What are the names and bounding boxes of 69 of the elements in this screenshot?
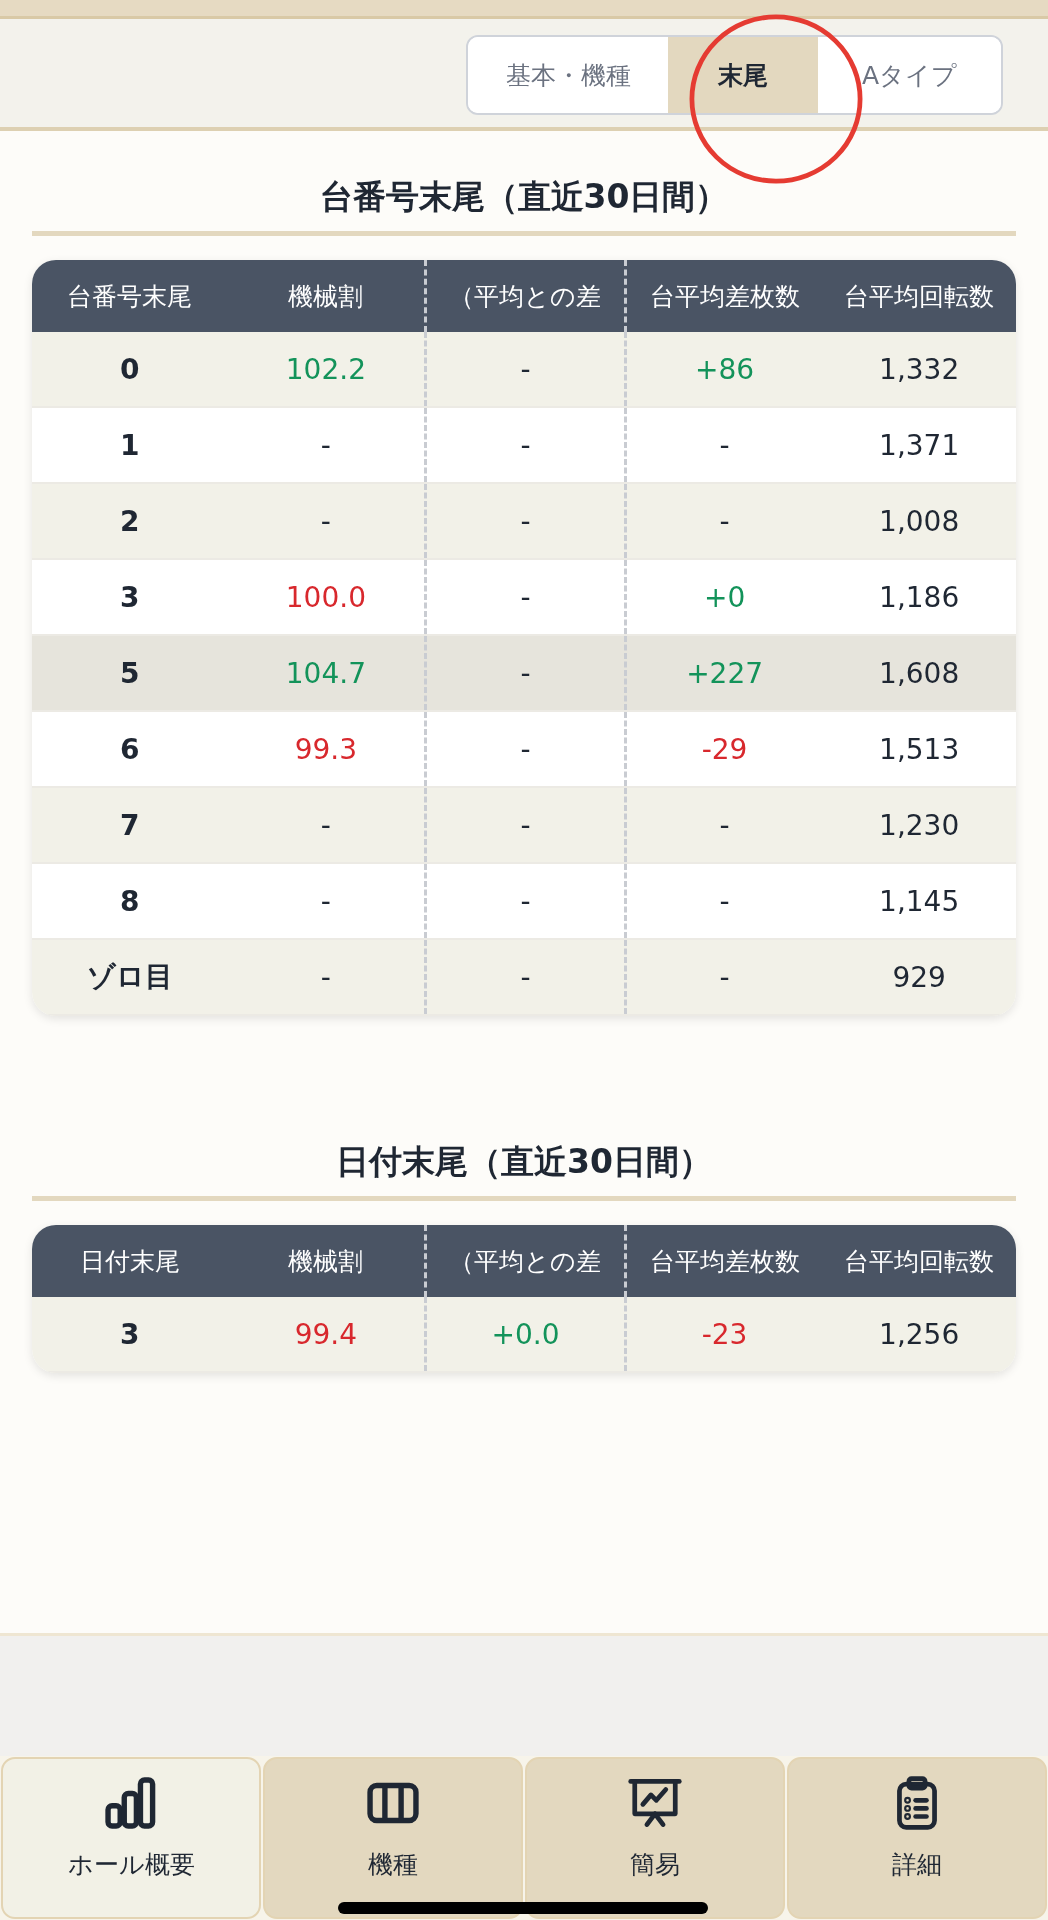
table-cell: 0 [120, 352, 140, 386]
table-cell: - [520, 884, 531, 918]
table-cell: 1,145 [879, 884, 960, 918]
table-cell: 99.4 [294, 1317, 358, 1351]
table-cell: 6 [120, 732, 140, 766]
table-cell: 1,256 [879, 1317, 960, 1351]
bar-chart-icon [104, 1776, 158, 1830]
table-cell: - [320, 808, 331, 842]
column-header: 台平均差枚数 [649, 1245, 800, 1278]
table-cell: - [520, 808, 531, 842]
table-cell-text: ゾロ目 [86, 959, 173, 995]
table-cell: - [520, 732, 531, 766]
presentation-chart-icon [628, 1776, 682, 1830]
table-cell: 1,230 [879, 808, 960, 842]
column-header: 機械割 [288, 280, 364, 313]
table-cell: - [520, 960, 531, 994]
table-cell: 8 [120, 884, 140, 918]
table-cell: +0 [703, 580, 746, 614]
table-cell: 5 [120, 656, 140, 690]
table-cell: 1,371 [879, 428, 960, 462]
table-cell: - [320, 504, 331, 538]
table-cell: - [719, 504, 730, 538]
table-cell: - [320, 428, 331, 462]
table-cell: - [520, 352, 531, 386]
table-cell: 1 [120, 428, 140, 462]
section-title: 日付末尾（直近30日間） [336, 1141, 712, 1183]
table-cell: - [520, 580, 531, 614]
table-cell: +227 [686, 656, 764, 690]
table-cell: - [520, 504, 531, 538]
table-cell: 1,513 [879, 732, 960, 766]
nav-button[interactable]: 詳細 [787, 1757, 1047, 1919]
column-header: 日付末尾 [79, 1245, 180, 1278]
column-header: 台平均差枚数 [649, 280, 800, 313]
table-cell: 2 [120, 504, 140, 538]
table-cell: 3 [120, 1317, 140, 1351]
section-title: 台番号末尾（直近30日間） [319, 176, 729, 218]
nav-button[interactable]: ホール概要 [1, 1757, 261, 1919]
column-header: 台番号末尾 [67, 280, 193, 313]
table-cell: +0.0 [491, 1317, 560, 1351]
table-cell: 1,186 [879, 580, 960, 614]
table-cell: 102.2 [285, 352, 366, 386]
table-cell: -23 [701, 1317, 748, 1351]
table-cell: 104.7 [285, 656, 366, 690]
table-cell: - [520, 656, 531, 690]
table-cell: 3 [120, 580, 140, 614]
table-cell: - [320, 884, 331, 918]
nav-button[interactable]: 簡易 [525, 1757, 785, 1919]
table-cell: - [320, 960, 331, 994]
table-cell: 99.3 [294, 732, 358, 766]
table-cell: - [719, 808, 730, 842]
table-cell: 929 [892, 960, 946, 994]
table-cell: - [719, 884, 730, 918]
column-header: 台平均回転数 [844, 280, 995, 313]
table-cell: 1,008 [879, 504, 960, 538]
column-header: 台平均回転数 [844, 1245, 995, 1278]
table-cell: 1,332 [879, 352, 960, 386]
table-cell: - [520, 428, 531, 462]
table-cell: - [719, 960, 730, 994]
nav-button[interactable]: 機種 [263, 1757, 523, 1919]
table-cell: - [719, 428, 730, 462]
tab[interactable]: 末尾 [668, 37, 818, 113]
column-header: 機械割 [288, 1245, 364, 1278]
table-cell: 100.0 [285, 580, 366, 614]
column-header: （平均との差 [449, 280, 602, 313]
table-cell: +86 [695, 352, 755, 386]
table-cell: 7 [120, 808, 140, 842]
column-header: （平均との差 [449, 1245, 602, 1278]
table-cell: -29 [701, 732, 748, 766]
table-cell: 1,608 [879, 656, 960, 690]
